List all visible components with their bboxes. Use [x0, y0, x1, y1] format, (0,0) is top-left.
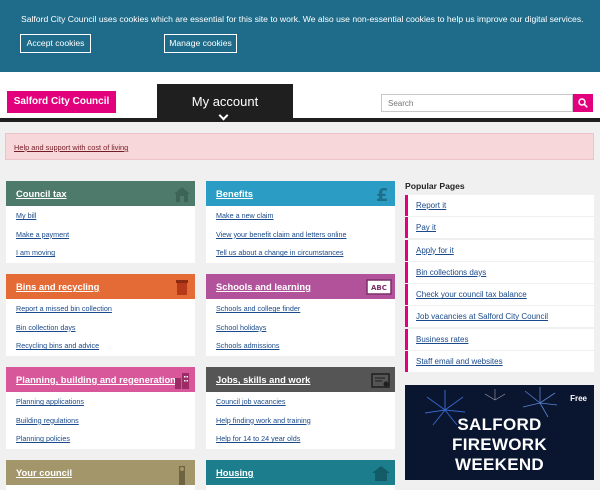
card-schools: Schools and learning ABC Schools and col… [206, 274, 395, 356]
search-icon [578, 98, 588, 108]
site-header: Salford City Council My account [0, 72, 600, 122]
svg-text:£: £ [376, 185, 389, 204]
card-link[interactable]: I am moving [16, 247, 195, 266]
manage-cookies-button[interactable]: Manage cookies [164, 34, 237, 53]
card-link[interactable]: Planning applications [16, 396, 195, 415]
house-icon [174, 187, 190, 202]
card-link[interactable]: Recycling bins and advice [16, 340, 195, 359]
card-link[interactable]: View your benefit claim and letters onli… [216, 229, 395, 248]
card-header[interactable]: Housing [206, 460, 395, 485]
card-link[interactable]: Report a missed bin collection [16, 303, 195, 322]
card-link[interactable]: Planning policies [16, 433, 195, 452]
buildings-icon [175, 373, 189, 389]
card-title: Housing [216, 467, 254, 478]
popular-link[interactable]: Bin collections days [416, 268, 486, 277]
card-link[interactable]: Schools and college finder [216, 303, 395, 322]
card-link[interactable]: Make a payment [16, 229, 195, 248]
list-item: Business rates [405, 328, 594, 350]
card-title: Bins and recycling [16, 281, 100, 292]
my-account-button[interactable]: My account [157, 84, 293, 122]
card-link[interactable]: School holidays [216, 322, 395, 341]
bin-icon [176, 280, 188, 295]
card-link[interactable]: Tell us about a change in circumstances [216, 247, 395, 266]
card-jobs: Jobs, skills and work Council job vacanc… [206, 367, 395, 449]
list-item: Apply for it [405, 239, 594, 261]
list-item: Report it [405, 195, 594, 216]
card-header[interactable]: Bins and recycling [6, 274, 195, 299]
card-header[interactable]: Jobs, skills and work [206, 367, 395, 392]
card-header[interactable]: Schools and learning ABC [206, 274, 395, 299]
card-title: Jobs, skills and work [216, 374, 311, 385]
blackboard-icon: ABC [366, 279, 392, 295]
card-link[interactable]: Bin collection days [16, 322, 195, 341]
card-bins: Bins and recycling Report a missed bin c… [6, 274, 195, 356]
cost-of-living-alert: Help and support with cost of living [5, 133, 594, 160]
card-planning: Planning, building and regeneration Plan… [6, 367, 195, 449]
ad-headline-line1: SALFORD [457, 415, 542, 434]
list-item: Bin collections days [405, 261, 594, 283]
card-title: Benefits [216, 188, 253, 199]
firework-weekend-banner[interactable]: Free SALFORD FIREWORK WEEKEND [405, 385, 594, 480]
card-council-tax: Council tax My bill Make a payment I am … [6, 181, 195, 263]
card-header[interactable]: Benefits £ [206, 181, 395, 206]
svg-text:ABC: ABC [371, 284, 387, 292]
free-badge: Free [570, 394, 587, 403]
popular-link[interactable]: Check your council tax balance [416, 290, 527, 299]
council-logo[interactable]: Salford City Council [7, 91, 116, 113]
accept-cookies-button[interactable]: Accept cookies [20, 34, 91, 53]
search-input[interactable] [381, 94, 573, 112]
popular-link[interactable]: Report it [416, 201, 446, 210]
popular-link[interactable]: Apply for it [416, 246, 454, 255]
popular-pages-title: Popular Pages [405, 181, 465, 191]
card-link[interactable]: Council job vacancies [216, 396, 395, 415]
list-item: Check your council tax balance [405, 284, 594, 306]
list-item: Job vacancies at Salford City Council [405, 306, 594, 328]
card-title: Council tax [16, 188, 67, 199]
card-header[interactable]: Your council [6, 460, 195, 485]
card-link[interactable]: Help for 14 to 24 year olds [216, 433, 395, 452]
ad-headline-line3: WEEKEND [455, 455, 544, 474]
ad-headline-line2: FIREWORK [452, 435, 547, 454]
card-title: Planning, building and regeneration [16, 374, 176, 385]
card-your-council: Your council [6, 460, 195, 490]
house-icon [372, 466, 390, 481]
popular-pages-list: Report it Pay it Apply for it Bin collec… [405, 195, 594, 373]
card-link[interactable]: Schools admissions [216, 340, 395, 359]
list-item: Staff email and websites [405, 351, 594, 373]
list-item: Pay it [405, 217, 594, 239]
cookie-banner: Salford City Council uses cookies which … [0, 0, 600, 72]
card-link[interactable]: My bill [16, 210, 195, 229]
card-title: Schools and learning [216, 281, 311, 292]
chevron-down-icon [218, 110, 229, 121]
card-housing: Housing [206, 460, 395, 490]
card-title: Your council [16, 467, 73, 478]
card-link[interactable]: Building regulations [16, 415, 195, 434]
tower-icon [179, 466, 185, 485]
certificate-icon [371, 373, 390, 388]
popular-link[interactable]: Pay it [416, 223, 436, 232]
search-button[interactable] [573, 94, 593, 112]
popular-link[interactable]: Business rates [416, 335, 468, 344]
popular-link[interactable]: Staff email and websites [416, 357, 503, 366]
popular-link[interactable]: Job vacancies at Salford City Council [416, 312, 548, 321]
card-header[interactable]: Planning, building and regeneration [6, 367, 195, 392]
card-link[interactable]: Make a new claim [216, 210, 395, 229]
pound-icon: £ [376, 185, 389, 204]
cookie-message: Salford City Council uses cookies which … [21, 14, 584, 24]
card-header[interactable]: Council tax [6, 181, 195, 206]
card-link[interactable]: Help finding work and training [216, 415, 395, 434]
cost-of-living-link[interactable]: Help and support with cost of living [14, 143, 128, 152]
card-benefits: Benefits £ Make a new claim View your be… [206, 181, 395, 263]
my-account-label: My account [191, 94, 259, 109]
